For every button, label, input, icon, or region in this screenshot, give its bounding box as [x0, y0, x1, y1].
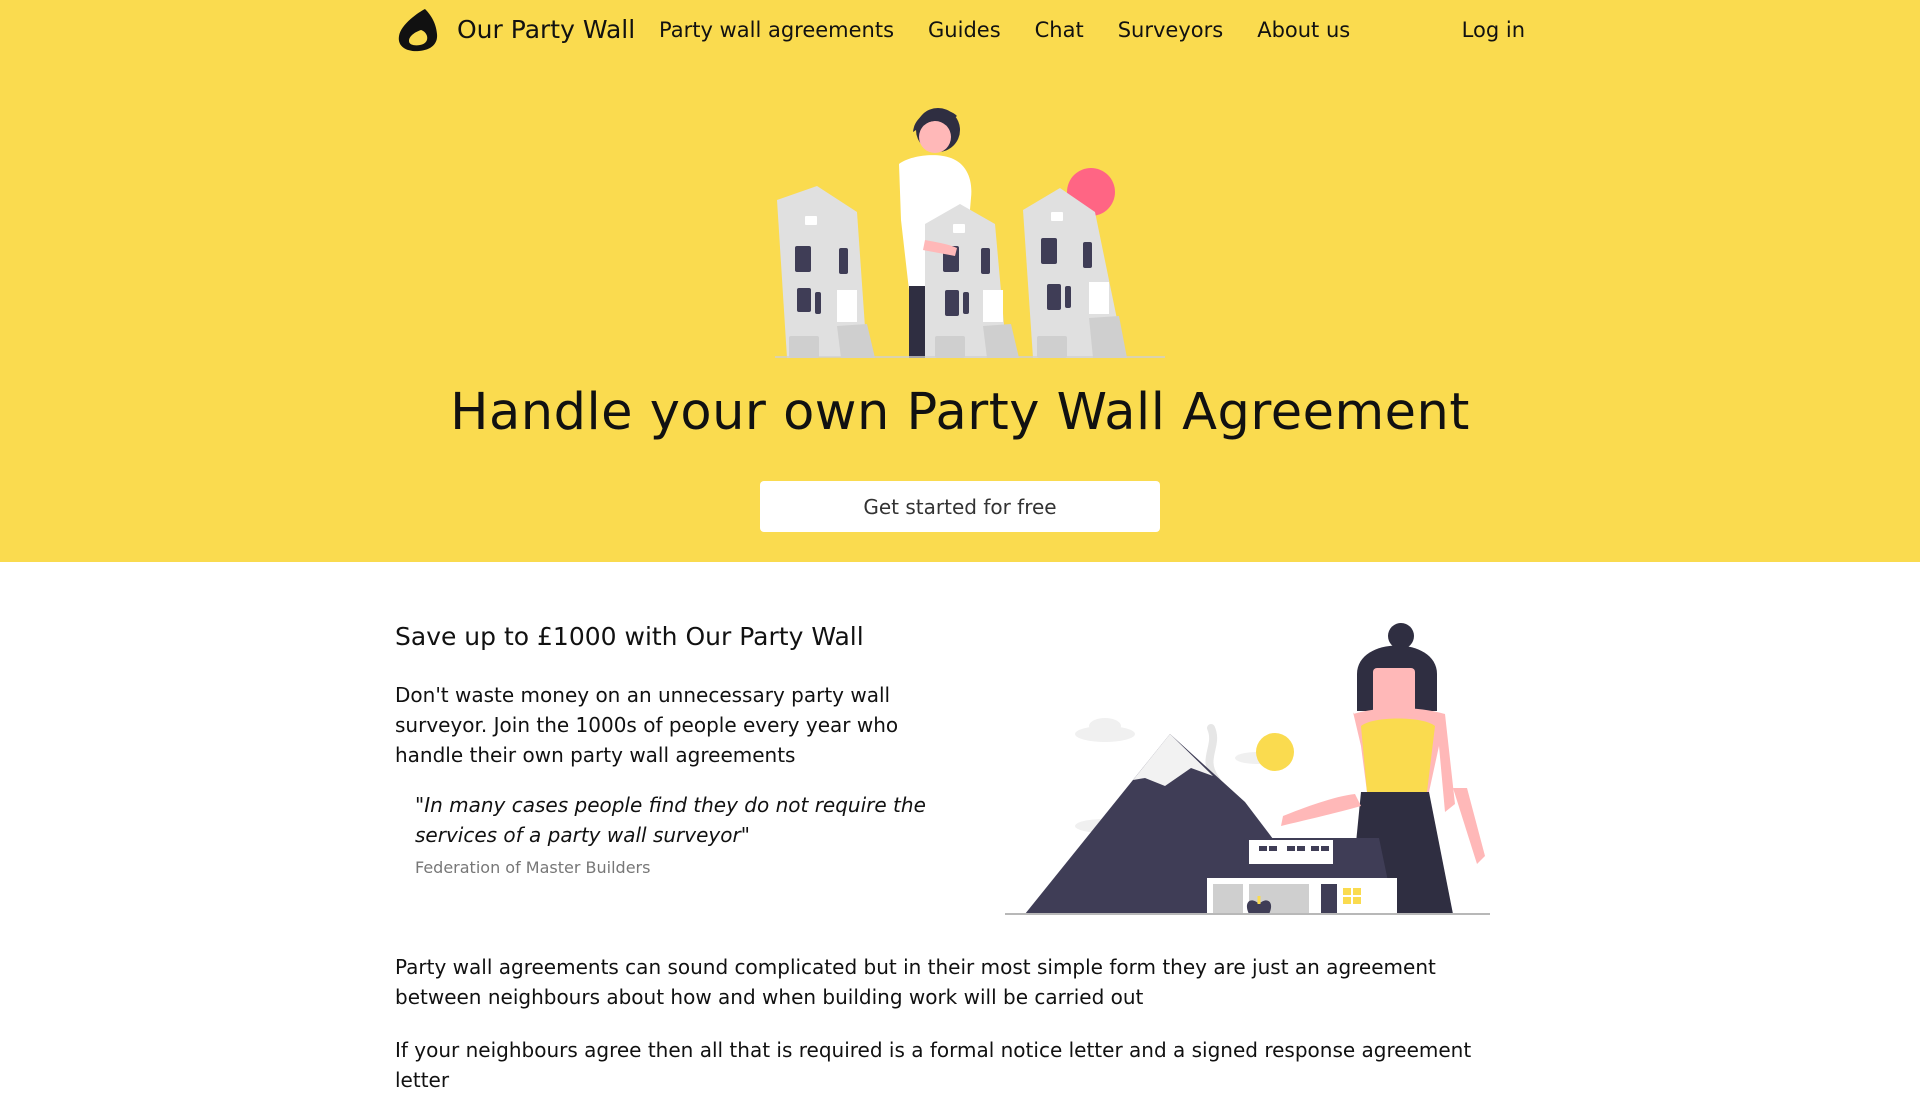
testimonial-quote: "In many cases people find they do not r… — [415, 790, 975, 877]
nav-link-guides[interactable]: Guides — [928, 18, 1001, 42]
quote-text: "In many cases people find they do not r… — [415, 793, 926, 847]
hero-title: Handle your own Party Wall Agreement — [450, 383, 1470, 442]
brand-logo-icon — [398, 9, 438, 52]
brand-link[interactable]: Our Party Wall — [395, 6, 635, 54]
woman-house-illustration — [1005, 623, 1490, 915]
login-link[interactable]: Log in — [1462, 0, 1525, 60]
nav-link-surveyors[interactable]: Surveyors — [1118, 18, 1223, 42]
body-paragraph: Party wall agreements can sound complica… — [395, 955, 1436, 1009]
intro-text: Don't waste money on an unnecessary part… — [395, 683, 899, 767]
nav-links: Party wall agreements Guides Chat Survey… — [659, 0, 1384, 60]
brand-name: Our Party Wall — [457, 15, 636, 44]
quote-source: Federation of Master Builders — [415, 858, 651, 877]
nav-link-party-wall-agreements[interactable]: Party wall agreements — [659, 18, 894, 42]
get-started-button[interactable]: Get started for free — [760, 481, 1160, 532]
hero-section: Our Party Wall Party wall agreements Gui… — [0, 0, 1920, 562]
navbar: Our Party Wall Party wall agreements Gui… — [395, 0, 1525, 60]
section-title: Save up to £1000 with Our Party Wall — [395, 622, 864, 651]
houses-illustration — [775, 108, 1165, 358]
nav-link-about-us[interactable]: About us — [1257, 18, 1350, 42]
nav-link-chat[interactable]: Chat — [1035, 18, 1084, 42]
body-paragraph: If your neighbours agree then all that i… — [395, 1038, 1472, 1092]
